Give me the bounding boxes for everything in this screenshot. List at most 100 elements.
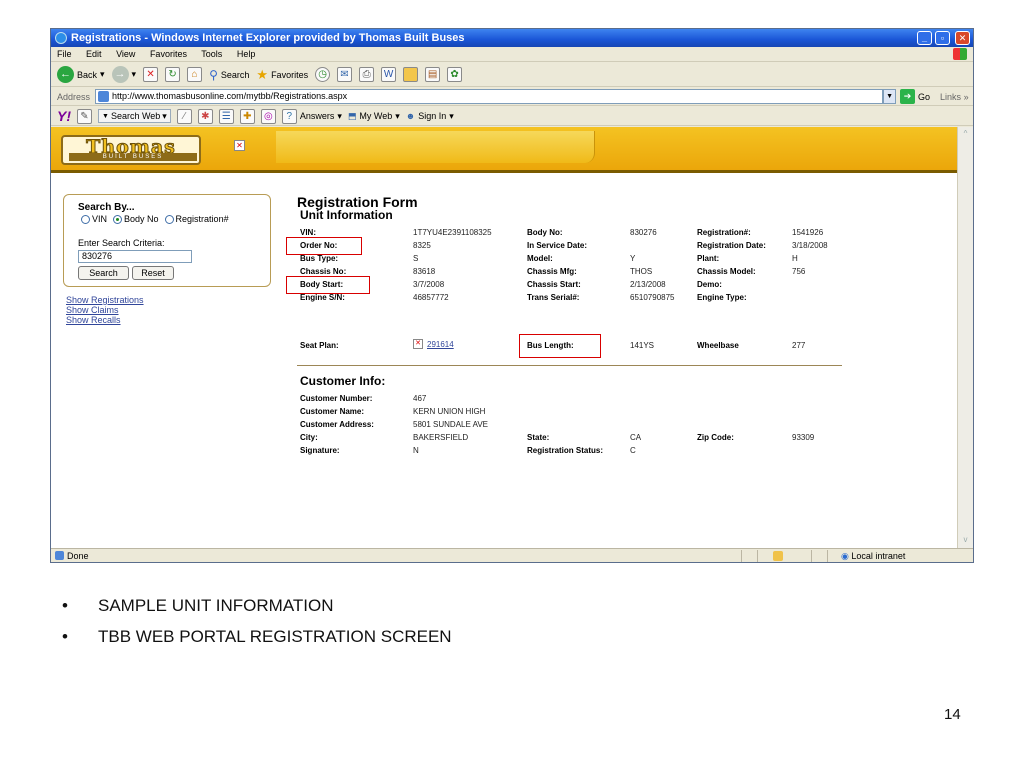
close-button[interactable]: ✕ [955,31,970,45]
zip-code-label: Zip Code: [697,433,734,442]
menu-list-icon[interactable]: ☰ [218,108,234,124]
messenger-icon[interactable]: ✿ [447,67,463,82]
minimize-button[interactable]: _ [917,31,932,45]
seat-plan-link[interactable]: 291614 [427,340,454,349]
refresh-icon[interactable]: ↻ [165,67,181,82]
menu-file[interactable]: File [57,49,72,59]
show-recalls-link[interactable]: Show Recalls [66,315,144,325]
antispy-icon[interactable]: ✚ [239,108,255,124]
forward-arrow-icon: → [111,66,129,83]
customer-name-label: Customer Name: [300,407,365,416]
go-button[interactable]: ➔ Go [900,89,930,104]
vertical-scrollbar[interactable]: ^ v [957,127,973,548]
page-icon [55,551,64,560]
address-input[interactable]: http://www.thomasbusonline.com/mytbb/Reg… [95,89,884,104]
yahoo-toolbar: Y! ✎ ▼ Search Web ▾ ⁄ ✱ ☰ ✚ ◎ ? Answers ▾ … [51,107,973,126]
globe-icon: ◉ [841,551,852,561]
registration-date-label: Registration Date: [697,241,766,250]
address-dropdown-button[interactable]: ▼ [883,89,897,104]
customer-info-heading: Customer Info: [300,374,386,388]
engine-type-label: Engine Type: [697,293,747,302]
seat-plan-label: Seat Plan: [300,341,339,350]
radio-off-icon [81,214,90,224]
order-no-value: 8325 [413,241,431,250]
customer-number-label: Customer Number: [300,394,373,403]
page-content: Thomas BUILT BUSES ✕ Search By... VIN Bo… [51,127,959,548]
chassis-model-value: 756 [792,267,806,276]
back-arrow-icon: ← [57,66,74,83]
search-submit-button[interactable]: Search [78,266,129,280]
section-divider [297,365,842,366]
menu-edit[interactable]: Edit [86,49,102,59]
back-button[interactable]: ← Back ▾ [57,66,105,83]
scroll-up-icon[interactable]: ^ [960,129,971,140]
chassis-no-value: 83618 [413,267,436,276]
radio-registration[interactable]: Registration# [164,214,229,224]
menu-favorites[interactable]: Favorites [150,49,187,59]
engine-sn-label: Engine S/N: [300,293,345,302]
research-icon[interactable]: ▤ [425,67,441,82]
customer-address-value: 5801 SUNDALE AVE [413,420,489,429]
radio-vin[interactable]: VIN [81,214,107,224]
radio-off-icon [164,214,174,224]
in-service-label: In Service Date: [527,241,588,250]
body-no-value: 830276 [630,228,657,237]
my-web-button[interactable]: ⬒ My Web ▾ [348,111,400,122]
window-title: Registrations - Windows Internet Explore… [71,32,465,44]
bullet-item: TBB WEB PORTAL REGISTRATION SCREEN [62,627,452,647]
dropdown-icon: ▼ [102,112,109,120]
history-icon[interactable]: ◷ [315,67,331,82]
body-no-label: Body No: [527,228,563,237]
registration-no-label: Registration#: [697,228,751,237]
search-button[interactable]: ⚲ Search [209,68,249,82]
trans-serial-value: 6510790875 [630,293,675,302]
edit-icon[interactable]: W [381,67,397,82]
radio-body-no[interactable]: Body No [113,214,159,224]
chassis-start-value: 2/13/2008 [630,280,666,289]
broken-image-icon: ✕ [413,339,423,349]
order-no-highlight [286,237,362,255]
criteria-input[interactable]: 830276 [78,250,192,263]
forward-button[interactable]: → ▾ [111,66,136,83]
favorites-button[interactable]: ★ Favorites [256,67,308,83]
menu-tools[interactable]: Tools [201,49,222,59]
menu-view[interactable]: View [116,49,135,59]
reset-button[interactable]: Reset [132,266,174,280]
menu-bar: File Edit View Favorites Tools Help [51,47,973,62]
highlighter-icon[interactable]: ⁄ [176,108,192,124]
scroll-down-icon[interactable]: v [960,535,971,546]
folder-icon[interactable] [403,67,419,82]
star-icon: ★ [256,66,269,82]
show-registrations-link[interactable]: Show Registrations [66,295,144,305]
sign-in-button[interactable]: ☻ Sign In ▾ [406,111,454,122]
state-value: CA [630,433,642,442]
links-button[interactable]: Links » [940,92,969,102]
ie-icon [55,32,67,44]
popup-blocker-icon[interactable]: ✱ [197,108,213,124]
search-web-button[interactable]: ▼ Search Web ▾ [98,109,171,123]
browser-window: Registrations - Windows Internet Explore… [50,28,974,563]
maximize-button[interactable]: ▫ [935,31,950,45]
pencil-icon[interactable]: ✎ [77,108,92,124]
toolbar: ← Back ▾ → ▾ ✕ ↻ ⌂ ⚲ Search ★ Favorites ◷ ✉ ⎙… [51,63,973,87]
y-circle-icon[interactable]: ◎ [260,108,276,124]
yahoo-logo[interactable]: Y! [57,108,71,124]
stop-icon[interactable]: ✕ [143,67,159,82]
demo-label: Demo: [697,280,722,289]
plant-value: H [792,254,798,263]
search-by-options: VIN Body No Registration# [81,214,229,224]
search-icon: ⚲ [209,67,218,82]
trans-serial-label: Trans Serial#: [527,293,580,302]
home-icon[interactable]: ⌂ [187,67,203,82]
unit-info-heading: Unit Information [300,208,393,222]
vin-value: 1T7YU4E2391108325 [413,228,492,237]
mail-icon[interactable]: ✉ [337,67,353,82]
address-label: Address [57,91,91,102]
answers-button[interactable]: ? Answers ▾ [281,108,342,124]
thomas-logo[interactable]: Thomas BUILT BUSES [61,135,201,165]
menu-help[interactable]: Help [237,49,256,59]
status-text: Done [67,551,89,561]
print-icon[interactable]: ⎙ [359,67,375,82]
show-claims-link[interactable]: Show Claims [66,305,144,315]
status-bar: Done ◉ Local intranet [51,548,973,562]
